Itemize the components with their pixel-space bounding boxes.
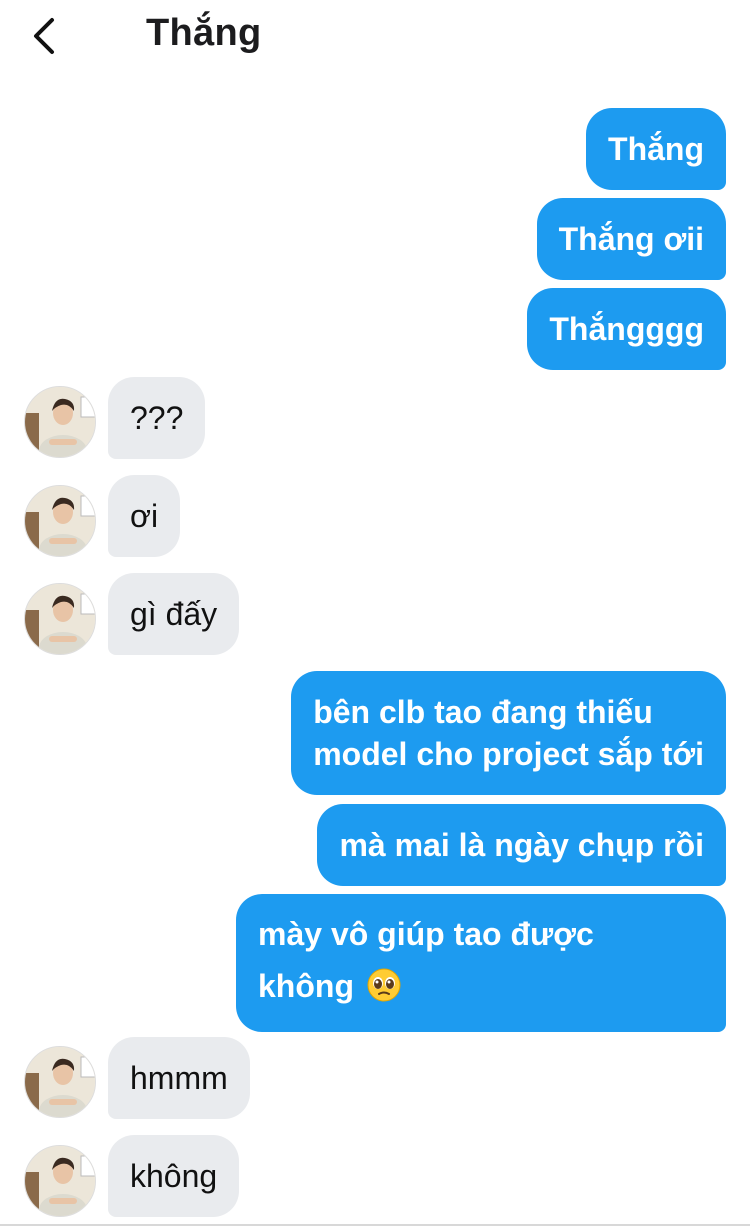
message-text: hmmm bbox=[130, 1060, 228, 1096]
message-text-line: mày vô giúp tao được bbox=[258, 916, 594, 952]
chat-header: Thắng bbox=[0, 0, 750, 80]
message-text: Thắngggg bbox=[549, 311, 704, 347]
message-text-line: model cho project sắp tới bbox=[313, 736, 704, 772]
incoming-message[interactable]: hmmm bbox=[108, 1037, 250, 1119]
incoming-message[interactable]: không bbox=[108, 1135, 240, 1217]
message-text: Thắng bbox=[608, 131, 704, 167]
profile-photo-icon bbox=[25, 1146, 95, 1216]
message-text: ??? bbox=[130, 400, 184, 436]
profile-photo-icon bbox=[25, 387, 95, 457]
outgoing-message[interactable]: mà mai là ngày chụp rồi bbox=[317, 804, 726, 886]
avatar[interactable] bbox=[24, 1046, 96, 1118]
outgoing-message[interactable]: bên clb tao đang thiếu model cho project… bbox=[291, 671, 726, 795]
incoming-message[interactable]: ??? bbox=[108, 377, 206, 459]
pleading-face-icon bbox=[367, 968, 401, 1002]
message-text-line: bên clb tao đang thiếu bbox=[313, 694, 653, 730]
profile-photo-icon bbox=[25, 1047, 95, 1117]
message-text: ơi bbox=[130, 498, 159, 534]
message-text: không bbox=[130, 1158, 218, 1194]
chevron-left-icon bbox=[34, 18, 54, 54]
incoming-message[interactable]: gì đấy bbox=[108, 573, 240, 655]
outgoing-message[interactable]: Thắng ơii bbox=[536, 198, 726, 280]
avatar[interactable] bbox=[24, 583, 96, 655]
back-button[interactable] bbox=[22, 12, 70, 60]
message-text-segment: không bbox=[258, 968, 354, 1004]
avatar[interactable] bbox=[24, 1145, 96, 1217]
divider bbox=[0, 1224, 750, 1226]
outgoing-message[interactable]: mày vô giúp tao được không bbox=[236, 894, 726, 1032]
outgoing-message[interactable]: Thắngggg bbox=[527, 288, 726, 370]
message-text: Thắng ơii bbox=[558, 221, 704, 257]
avatar[interactable] bbox=[24, 386, 96, 458]
message-text-line: không bbox=[258, 960, 704, 1012]
profile-photo-icon bbox=[25, 584, 95, 654]
contact-name: Thắng bbox=[146, 12, 262, 54]
pleading-face-emoji bbox=[367, 965, 401, 1002]
incoming-message[interactable]: ơi bbox=[108, 475, 181, 557]
message-text: mà mai là ngày chụp rồi bbox=[339, 827, 704, 863]
message-text: gì đấy bbox=[130, 596, 218, 632]
outgoing-message[interactable]: Thắng bbox=[586, 108, 726, 190]
profile-photo-icon bbox=[25, 486, 95, 556]
avatar[interactable] bbox=[24, 485, 96, 557]
